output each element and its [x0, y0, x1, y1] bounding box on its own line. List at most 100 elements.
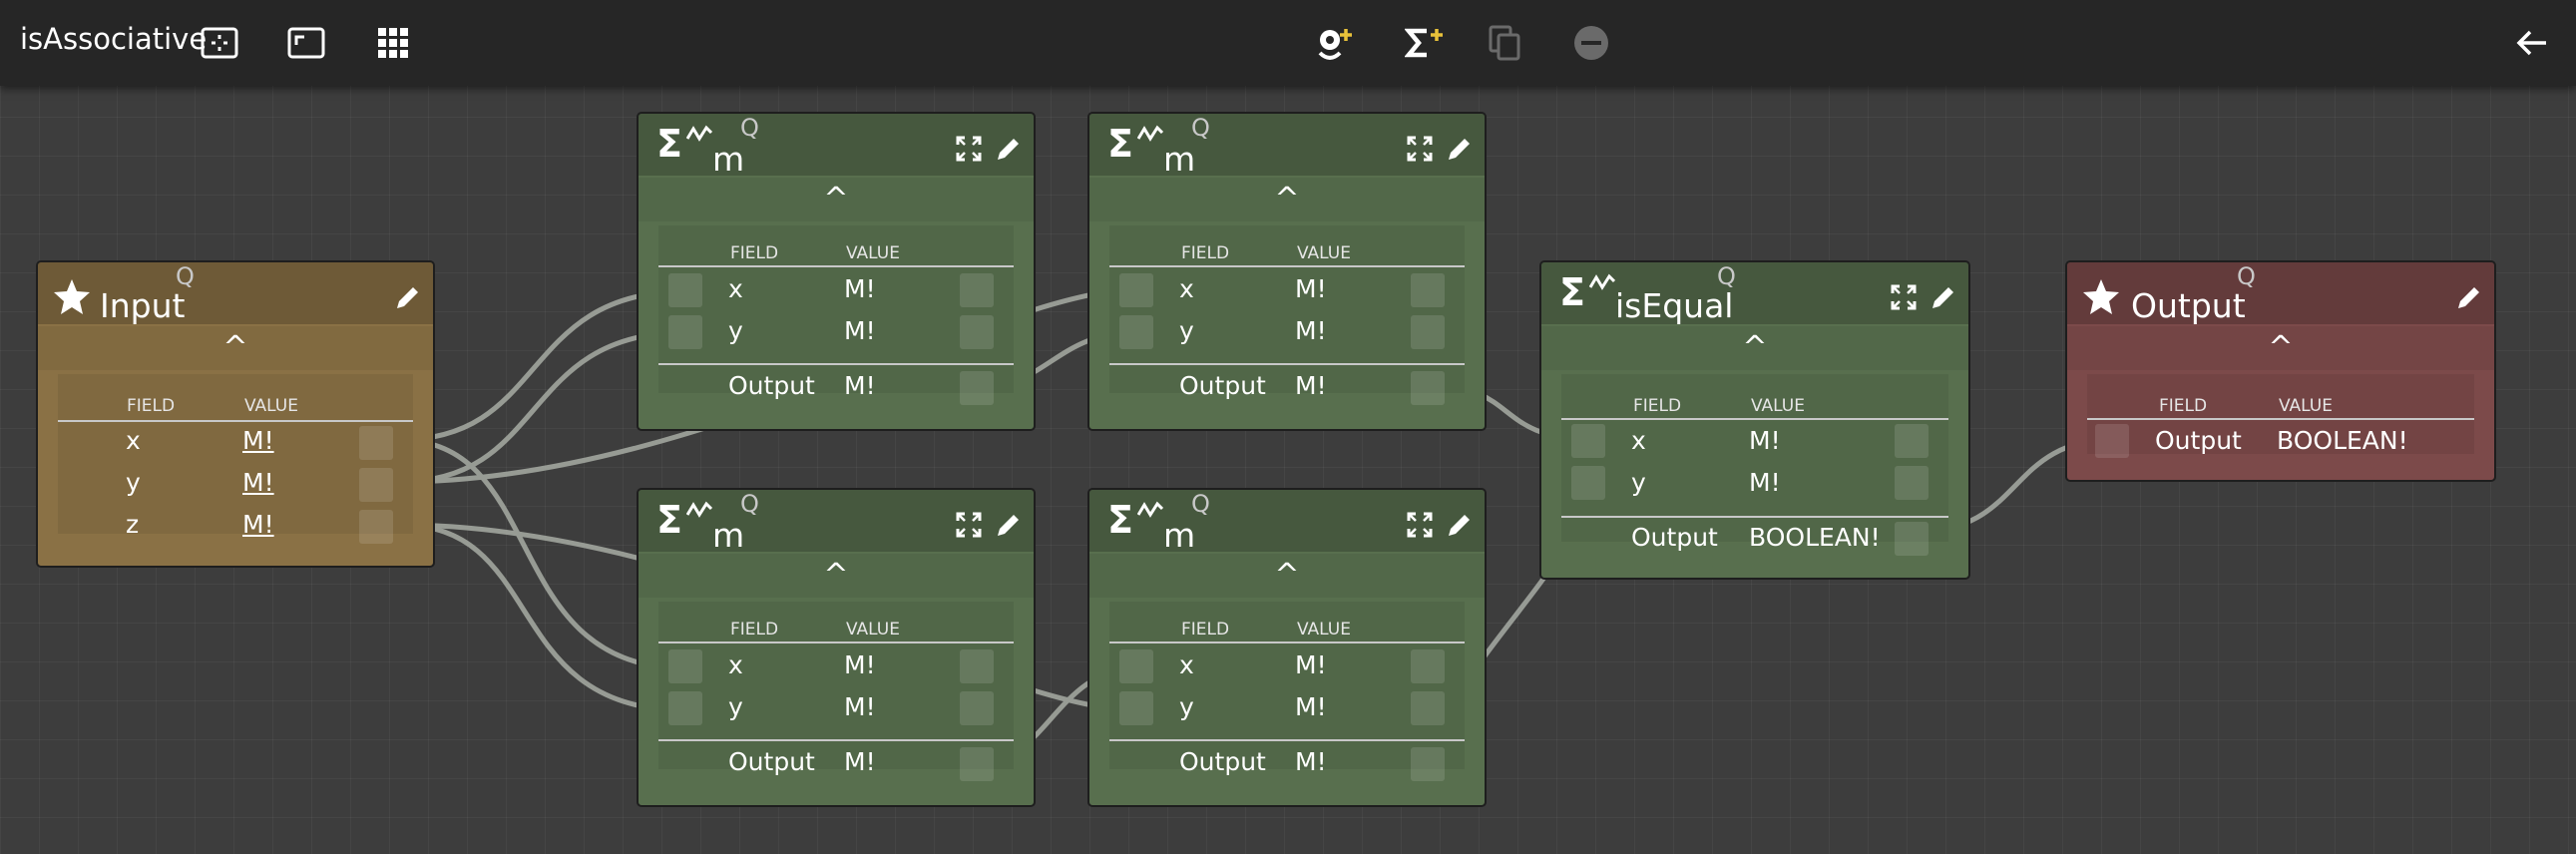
edit-icon[interactable]: [1929, 282, 1958, 312]
field-port[interactable]: [1411, 273, 1445, 307]
output-port[interactable]: [960, 747, 994, 781]
col-header-field: FIELD: [1633, 396, 1682, 416]
field-value[interactable]: M!: [242, 468, 274, 497]
top-toolbar: isAssociative: [0, 0, 2576, 86]
node-title: m: [1163, 140, 1196, 179]
collapse-caret[interactable]: ^: [1541, 326, 1968, 370]
input-node[interactable]: Input Q ^ FIELD VALUE x M! y M! z M!: [36, 260, 435, 568]
add-sum-icon[interactable]: [1405, 23, 1445, 63]
input-port[interactable]: [1571, 466, 1605, 500]
output-port[interactable]: [359, 426, 393, 460]
output-port[interactable]: [960, 371, 994, 405]
grid-icon[interactable]: [373, 23, 413, 63]
edit-icon[interactable]: [1445, 134, 1475, 164]
field-port[interactable]: [960, 315, 994, 349]
field-value: BOOLEAN!: [2277, 426, 2408, 455]
input-port[interactable]: [1119, 273, 1153, 307]
field-value[interactable]: M!: [242, 426, 274, 455]
edit-icon[interactable]: [994, 134, 1024, 164]
output-value: BOOLEAN!: [1749, 523, 1881, 552]
star-icon: [2081, 276, 2121, 320]
field-name: y: [1179, 692, 1194, 721]
edit-icon[interactable]: [1445, 510, 1475, 540]
field-name: x: [126, 426, 141, 455]
col-header-value: VALUE: [846, 620, 900, 640]
remove-icon[interactable]: [1571, 23, 1611, 63]
m-node[interactable]: Σ m Q ^ FIELD VALUE x M! y M! Output M!: [637, 488, 1036, 807]
col-header-field: FIELD: [730, 620, 779, 640]
col-header-field: FIELD: [2159, 396, 2208, 416]
quick-mark: Q: [740, 490, 759, 518]
field-name: y: [728, 692, 743, 721]
expand-icon[interactable]: [1405, 510, 1435, 540]
collapse-caret[interactable]: ^: [639, 178, 1034, 221]
input-port[interactable]: [1119, 315, 1153, 349]
m-node[interactable]: Σ m Q ^ FIELD VALUE x M! y M! Output M!: [1087, 488, 1487, 807]
trend-icon: [686, 501, 712, 518]
field-name: y: [1179, 316, 1194, 345]
sigma-icon: Σ: [656, 498, 682, 542]
copy-icon[interactable]: [1485, 23, 1524, 63]
back-arrow-icon[interactable]: [2512, 23, 2552, 63]
col-header-value: VALUE: [1751, 396, 1805, 416]
field-value: M!: [1749, 468, 1781, 497]
m-node[interactable]: Σ m Q ^ FIELD VALUE x M! y M! Output M!: [1087, 112, 1487, 431]
expand-icon[interactable]: [1889, 282, 1919, 312]
output-port[interactable]: [1411, 747, 1445, 781]
field-port[interactable]: [960, 273, 994, 307]
collapse-caret[interactable]: ^: [639, 554, 1034, 598]
field-name: x: [728, 650, 743, 679]
collapse-caret[interactable]: ^: [2067, 326, 2494, 370]
expand-icon[interactable]: [954, 134, 984, 164]
output-node[interactable]: Output Q ^ FIELD VALUE Output BOOLEAN!: [2065, 260, 2496, 482]
edit-icon[interactable]: [994, 510, 1024, 540]
m-node[interactable]: Σ m Q ^ FIELD VALUE x M! y M! Output M!: [637, 112, 1036, 431]
collapse-caret[interactable]: ^: [1089, 178, 1485, 221]
field-value[interactable]: M!: [242, 510, 274, 539]
output-port[interactable]: [1895, 522, 1929, 556]
star-icon: [52, 276, 92, 320]
field-port[interactable]: [960, 691, 994, 725]
col-header-value: VALUE: [2279, 396, 2333, 416]
field-port[interactable]: [1411, 691, 1445, 725]
input-port[interactable]: [668, 315, 702, 349]
edit-icon[interactable]: [2454, 282, 2484, 312]
field-port[interactable]: [1895, 466, 1929, 500]
trend-icon: [1137, 125, 1163, 142]
field-port[interactable]: [1411, 649, 1445, 683]
input-port[interactable]: [1119, 649, 1153, 683]
node-title: Input: [100, 286, 186, 325]
field-name: x: [1631, 426, 1646, 455]
input-port[interactable]: [668, 691, 702, 725]
isequal-node[interactable]: Σ isEqual Q ^ FIELD VALUE x M! y M! Outp…: [1539, 260, 1970, 580]
output-label: Output: [728, 747, 815, 776]
quick-mark: Q: [176, 262, 195, 290]
output-port[interactable]: [1411, 371, 1445, 405]
edit-icon[interactable]: [393, 282, 423, 312]
input-port[interactable]: [668, 649, 702, 683]
output-port[interactable]: [359, 468, 393, 502]
input-port[interactable]: [1119, 691, 1153, 725]
expand-icon[interactable]: [954, 510, 984, 540]
add-node-icon[interactable]: [1315, 23, 1355, 63]
field-value: M!: [1749, 426, 1781, 455]
collapse-caret[interactable]: ^: [38, 326, 433, 370]
trend-icon: [686, 125, 712, 142]
quick-mark: Q: [2237, 262, 2256, 290]
node-title: isEqual: [1615, 286, 1734, 325]
output-label: Output: [1179, 371, 1266, 400]
input-port[interactable]: [2095, 424, 2129, 458]
collapse-caret[interactable]: ^: [1089, 554, 1485, 598]
fit-view-icon[interactable]: [200, 23, 239, 63]
expand-icon[interactable]: [1405, 134, 1435, 164]
field-port[interactable]: [1411, 315, 1445, 349]
field-port[interactable]: [1895, 424, 1929, 458]
field-port[interactable]: [960, 649, 994, 683]
output-label: Output: [1179, 747, 1266, 776]
sigma-icon: Σ: [1107, 498, 1133, 542]
output-port[interactable]: [359, 510, 393, 544]
aspect-frame-icon[interactable]: [286, 23, 326, 63]
input-port[interactable]: [1571, 424, 1605, 458]
input-port[interactable]: [668, 273, 702, 307]
output-label: Output: [1631, 523, 1718, 552]
